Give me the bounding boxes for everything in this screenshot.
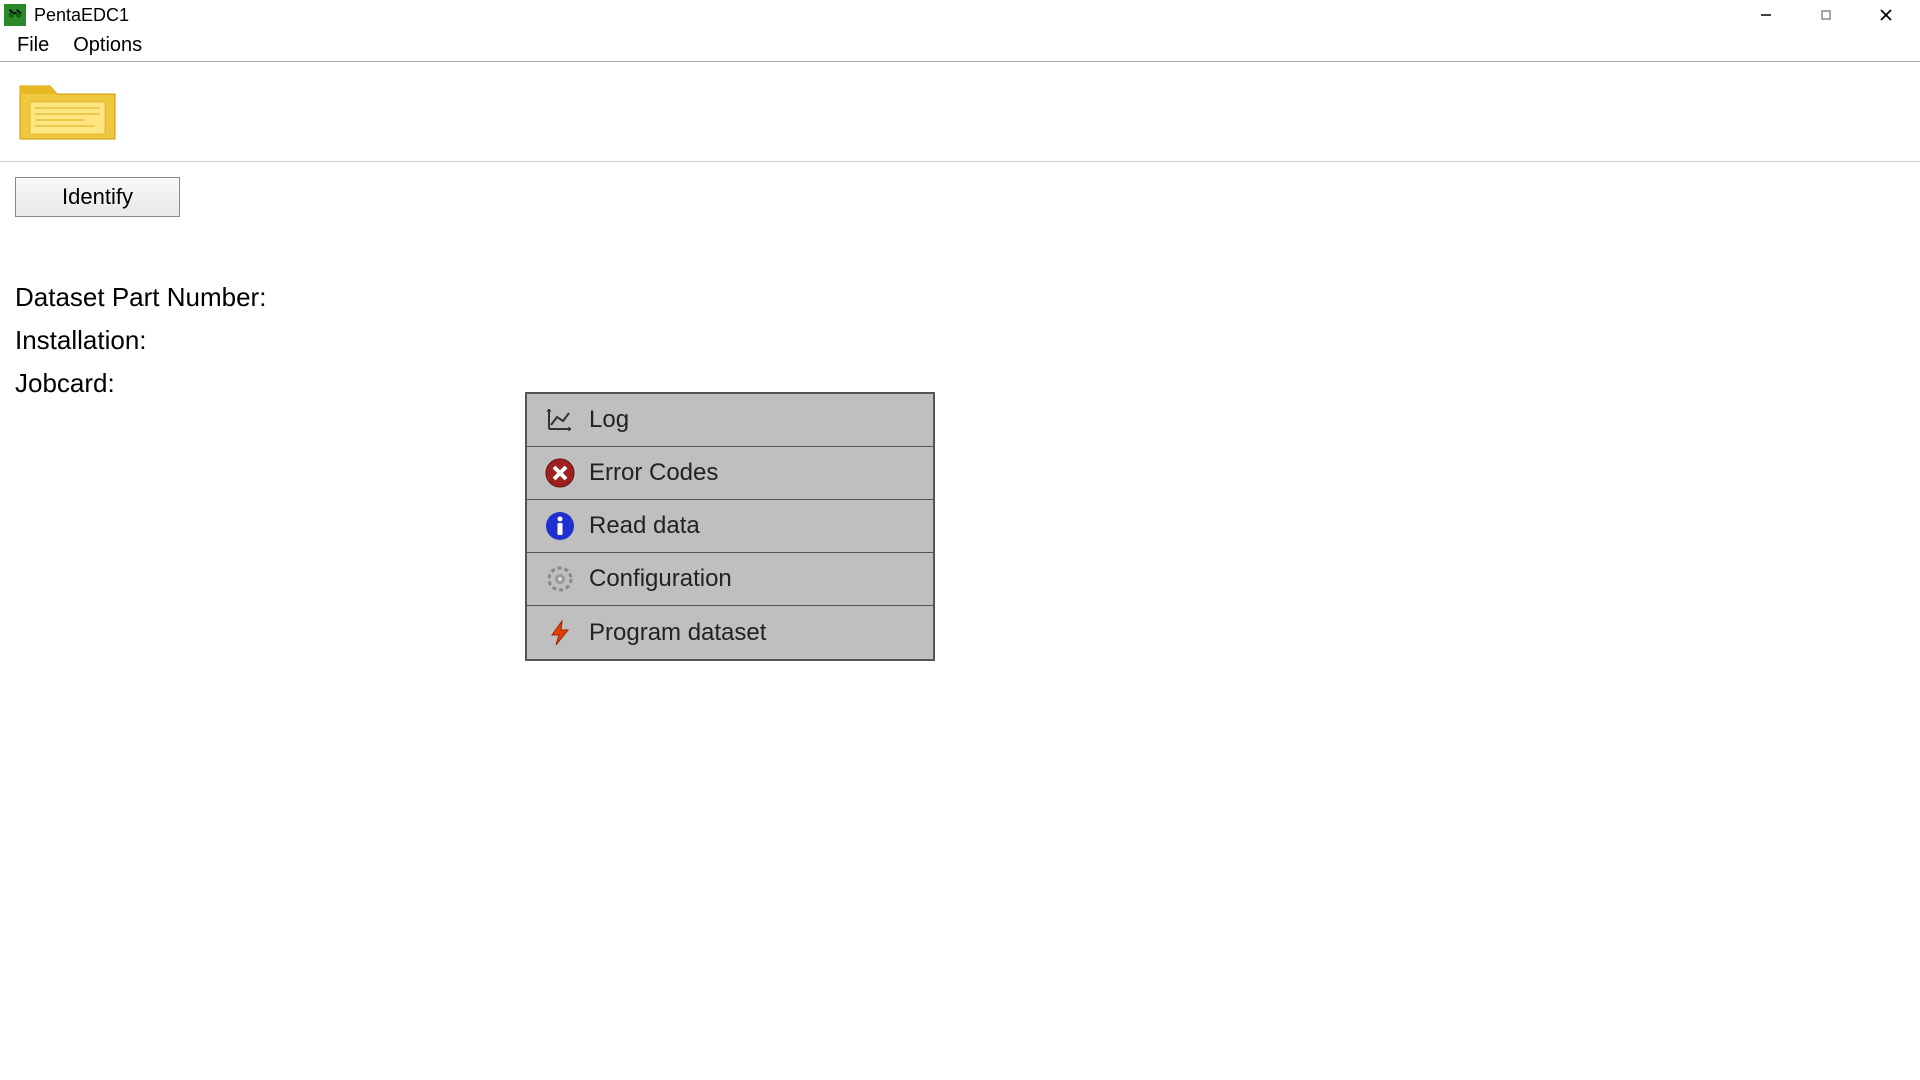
lightning-icon <box>539 619 581 647</box>
menu-options[interactable]: Options <box>61 30 154 61</box>
error-icon <box>539 457 581 489</box>
identify-button[interactable]: Identify <box>15 177 180 217</box>
maximize-button[interactable] <box>1796 0 1856 30</box>
titlebar: PentaEDC1 <box>0 0 1920 30</box>
gear-icon <box>539 563 581 595</box>
menu-read-data[interactable]: Read data <box>527 500 933 553</box>
window-controls <box>1736 0 1916 30</box>
minimize-button[interactable] <box>1736 0 1796 30</box>
content-area: Identify Dataset Part Number: Installati… <box>0 162 1920 426</box>
installation-label: Installation: <box>15 325 1905 356</box>
jobcard-label: Jobcard: <box>15 368 1905 399</box>
toolbar <box>0 62 1920 162</box>
log-icon <box>539 405 581 435</box>
menu-log[interactable]: Log <box>527 394 933 447</box>
action-menu-panel: Log Error Codes Read data <box>525 392 935 661</box>
menu-configuration-label: Configuration <box>589 565 732 593</box>
app-icon <box>4 4 26 26</box>
info-icon <box>539 510 581 542</box>
folder-icon[interactable] <box>15 74 125 149</box>
menu-read-data-label: Read data <box>589 512 700 540</box>
dataset-part-number-label: Dataset Part Number: <box>15 282 1905 313</box>
menu-configuration[interactable]: Configuration <box>527 553 933 606</box>
menu-error-codes[interactable]: Error Codes <box>527 447 933 500</box>
info-labels: Dataset Part Number: Installation: Jobca… <box>15 282 1905 399</box>
menu-error-codes-label: Error Codes <box>589 459 718 487</box>
close-button[interactable] <box>1856 0 1916 30</box>
window-title: PentaEDC1 <box>34 5 129 26</box>
menu-file[interactable]: File <box>5 30 61 61</box>
menu-program-dataset[interactable]: Program dataset <box>527 606 933 659</box>
menu-program-dataset-label: Program dataset <box>589 619 766 647</box>
menu-log-label: Log <box>589 406 629 434</box>
menubar: File Options <box>0 30 1920 62</box>
